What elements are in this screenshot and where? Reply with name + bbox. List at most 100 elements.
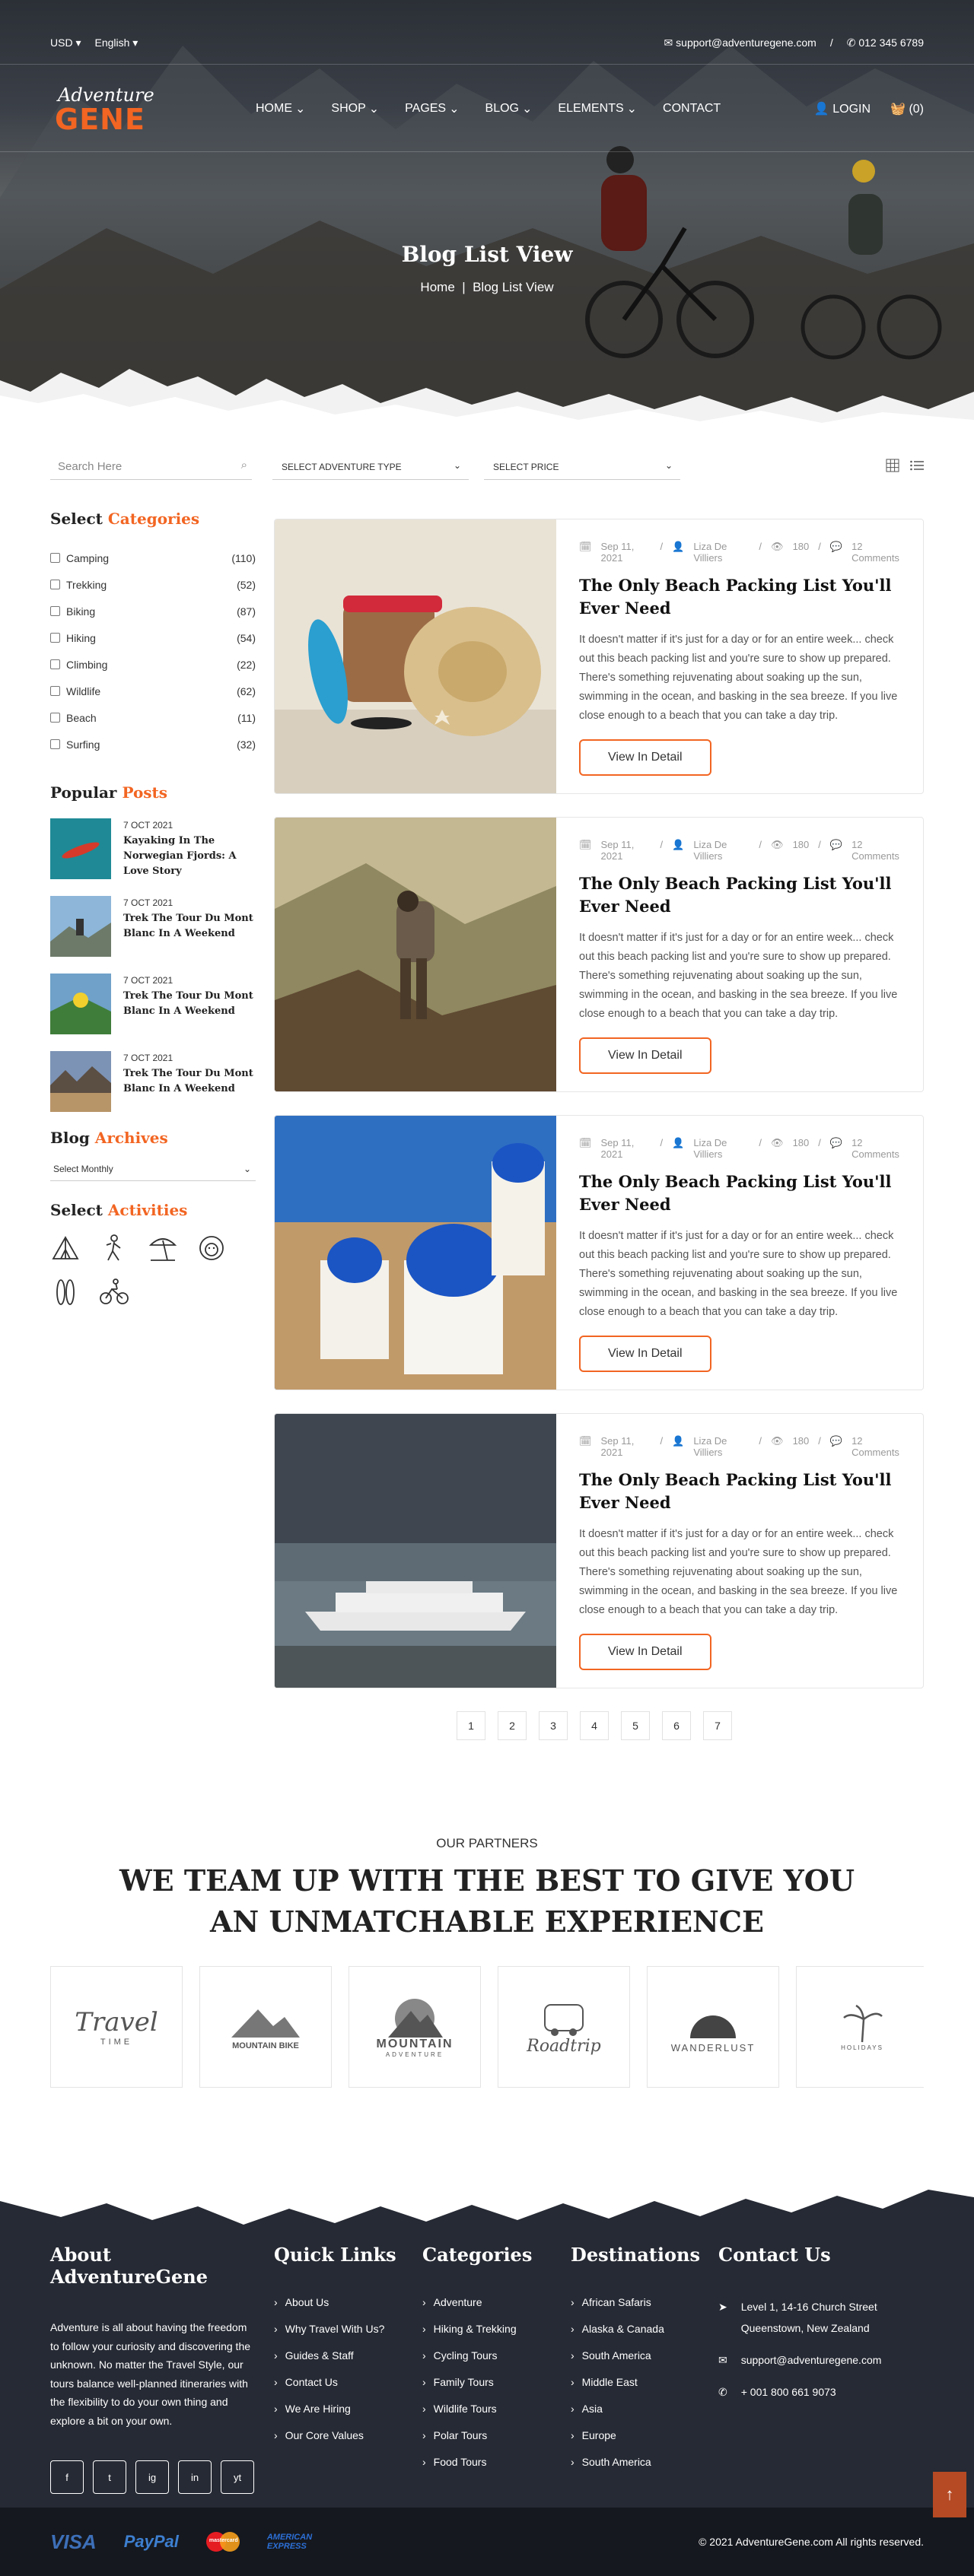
list-view-icon[interactable]	[910, 459, 924, 472]
view-detail-button[interactable]: View In Detail	[579, 739, 711, 776]
twitter-icon[interactable]: t	[93, 2460, 126, 2494]
top-bar: USD ▾ English ▾ ✉ support@adventuregene.…	[0, 0, 974, 65]
checkbox[interactable]	[50, 553, 60, 563]
footer-link[interactable]: › Wildlife Tours	[422, 2403, 559, 2429]
login-link[interactable]: 👤 LOGIN	[814, 101, 871, 116]
adventure-type-select[interactable]: SELECT ADVENTURE TYPE ⌄	[272, 453, 469, 480]
nav-pages[interactable]: PAGES ⌄	[405, 101, 459, 116]
chevron-down-icon: ⌄	[453, 460, 461, 471]
hero-banner: USD ▾ English ▾ ✉ support@adventuregene.…	[0, 0, 974, 434]
partner-logo-travel-time[interactable]: Travel TIME	[50, 1966, 183, 2088]
nav-elements[interactable]: ELEMENTS ⌄	[558, 101, 637, 116]
view-detail-button[interactable]: View In Detail	[579, 1336, 711, 1372]
partner-logo-holidays[interactable]: HOLIDAYS	[796, 1966, 924, 2088]
category-hiking[interactable]: Hiking (54)	[50, 624, 256, 651]
footer-link[interactable]: › Alaska & Canada	[571, 2323, 708, 2349]
topbar-phone[interactable]: ✆ 012 345 6789	[847, 37, 924, 64]
category-camping[interactable]: Camping (110)	[50, 545, 256, 571]
view-detail-button[interactable]: View In Detail	[579, 1634, 711, 1670]
popular-post[interactable]: 7 OCT 2021 Trek The Tour Du Mont Blanc In…	[50, 1051, 256, 1112]
partner-logo-mountain-bike[interactable]: MOUNTAIN BIKE	[199, 1966, 332, 2088]
footer-link[interactable]: › Guides & Staff	[274, 2349, 411, 2376]
facebook-icon[interactable]: f	[50, 2460, 84, 2494]
page-5[interactable]: 5	[621, 1711, 650, 1740]
post-title[interactable]: The Only Beach Packing List You'll Ever …	[579, 1469, 905, 1514]
nav-home[interactable]: HOME ⌄	[256, 101, 305, 116]
footer-link[interactable]: › Contact Us	[274, 2376, 411, 2403]
archive-month-select[interactable]: Select Monthly ⌄	[50, 1158, 256, 1181]
page-1[interactable]: 1	[457, 1711, 485, 1740]
checkbox[interactable]	[50, 713, 60, 723]
partner-logo-roadtrip[interactable]: Roadtrip	[498, 1966, 630, 2088]
category-beach[interactable]: Beach (11)	[50, 704, 256, 731]
topbar-email[interactable]: ✉ support@adventuregene.com	[664, 37, 816, 64]
cart-link[interactable]: 🧺 (0)	[890, 101, 924, 116]
footer-link[interactable]: › Our Core Values	[274, 2429, 411, 2456]
footer-link[interactable]: › South America	[571, 2349, 708, 2376]
site-logo[interactable]: Adventure GENE	[50, 78, 157, 139]
footer-link[interactable]: › Family Tours	[422, 2376, 559, 2403]
post-title[interactable]: The Only Beach Packing List You'll Ever …	[579, 574, 905, 620]
instagram-icon[interactable]: ig	[135, 2460, 169, 2494]
nav-blog[interactable]: BLOG ⌄	[485, 101, 533, 116]
pagination: 1 2 3 4 5 6 7	[457, 1711, 732, 1740]
footer-link[interactable]: › Middle East	[571, 2376, 708, 2403]
language-select[interactable]: English ▾	[94, 37, 138, 64]
beach-icon[interactable]	[148, 1233, 178, 1263]
partner-logo-mountain[interactable]: MOUNTAIN ADVENTURE	[349, 1966, 481, 2088]
camping-icon[interactable]	[50, 1233, 81, 1263]
checkbox[interactable]	[50, 580, 60, 589]
partner-logo-wanderlust[interactable]: WANDERLUST	[647, 1966, 779, 2088]
nav-shop[interactable]: SHOP ⌄	[331, 101, 379, 116]
post-title[interactable]: The Only Beach Packing List You'll Ever …	[579, 872, 905, 918]
grid-view-icon[interactable]	[886, 459, 899, 472]
scroll-to-top-button[interactable]: ↑	[933, 2472, 966, 2517]
search-input[interactable]: Search Here ⌕	[50, 453, 252, 480]
page-2[interactable]: 2	[498, 1711, 527, 1740]
category-biking[interactable]: Biking (87)	[50, 598, 256, 624]
footer-link[interactable]: › Food Tours	[422, 2456, 559, 2482]
price-select[interactable]: SELECT PRICE ⌄	[484, 453, 680, 480]
popular-post[interactable]: 7 OCT 2021 Kayaking In The Norwegian Fjor…	[50, 818, 256, 879]
footer-link[interactable]: › Hiking & Trekking	[422, 2323, 559, 2349]
category-wildlife[interactable]: Wildlife (62)	[50, 678, 256, 704]
page-3[interactable]: 3	[539, 1711, 568, 1740]
popular-post[interactable]: 7 OCT 2021 Trek The Tour Du Mont Blanc In…	[50, 974, 256, 1034]
mail-icon: ✉	[718, 2354, 727, 2366]
copyright: © 2021 AdventureGene.com All rights rese…	[699, 2536, 924, 2548]
footer-link[interactable]: › Adventure	[422, 2296, 559, 2323]
footer-link[interactable]: › About Us	[274, 2296, 411, 2323]
breadcrumb-home[interactable]: Home	[420, 280, 454, 294]
checkbox[interactable]	[50, 633, 60, 643]
youtube-icon[interactable]: yt	[221, 2460, 254, 2494]
post-title[interactable]: The Only Beach Packing List You'll Ever …	[579, 1170, 905, 1216]
wildlife-icon[interactable]	[196, 1233, 227, 1263]
currency-select[interactable]: USD ▾	[50, 37, 81, 64]
page-4[interactable]: 4	[580, 1711, 609, 1740]
hiking-icon[interactable]	[99, 1233, 129, 1263]
surfing-icon[interactable]	[50, 1277, 81, 1307]
view-detail-button[interactable]: View In Detail	[579, 1037, 711, 1074]
footer-link[interactable]: › South America	[571, 2456, 708, 2482]
category-surfing[interactable]: Surfing (32)	[50, 731, 256, 758]
checkbox[interactable]	[50, 739, 60, 749]
footer-link[interactable]: › African Safaris	[571, 2296, 708, 2323]
linkedin-icon[interactable]: in	[178, 2460, 212, 2494]
page-7[interactable]: 7	[703, 1711, 732, 1740]
category-trekking[interactable]: Trekking (52)	[50, 571, 256, 598]
footer-link[interactable]: › Europe	[571, 2429, 708, 2456]
checkbox[interactable]	[50, 686, 60, 696]
footer-link[interactable]: › Why Travel With Us?	[274, 2323, 411, 2349]
page-title: Blog List View	[401, 242, 573, 267]
popular-post[interactable]: 7 OCT 2021 Trek The Tour Du Mont Blanc In…	[50, 896, 256, 957]
footer-link[interactable]: › We Are Hiring	[274, 2403, 411, 2429]
checkbox[interactable]	[50, 606, 60, 616]
footer-link[interactable]: › Cycling Tours	[422, 2349, 559, 2376]
biking-icon[interactable]	[99, 1277, 129, 1307]
checkbox[interactable]	[50, 659, 60, 669]
category-climbing[interactable]: Climbing (22)	[50, 651, 256, 678]
nav-contact[interactable]: CONTACT	[663, 101, 721, 116]
page-6[interactable]: 6	[662, 1711, 691, 1740]
footer-link[interactable]: › Asia	[571, 2403, 708, 2429]
footer-link[interactable]: › Polar Tours	[422, 2429, 559, 2456]
